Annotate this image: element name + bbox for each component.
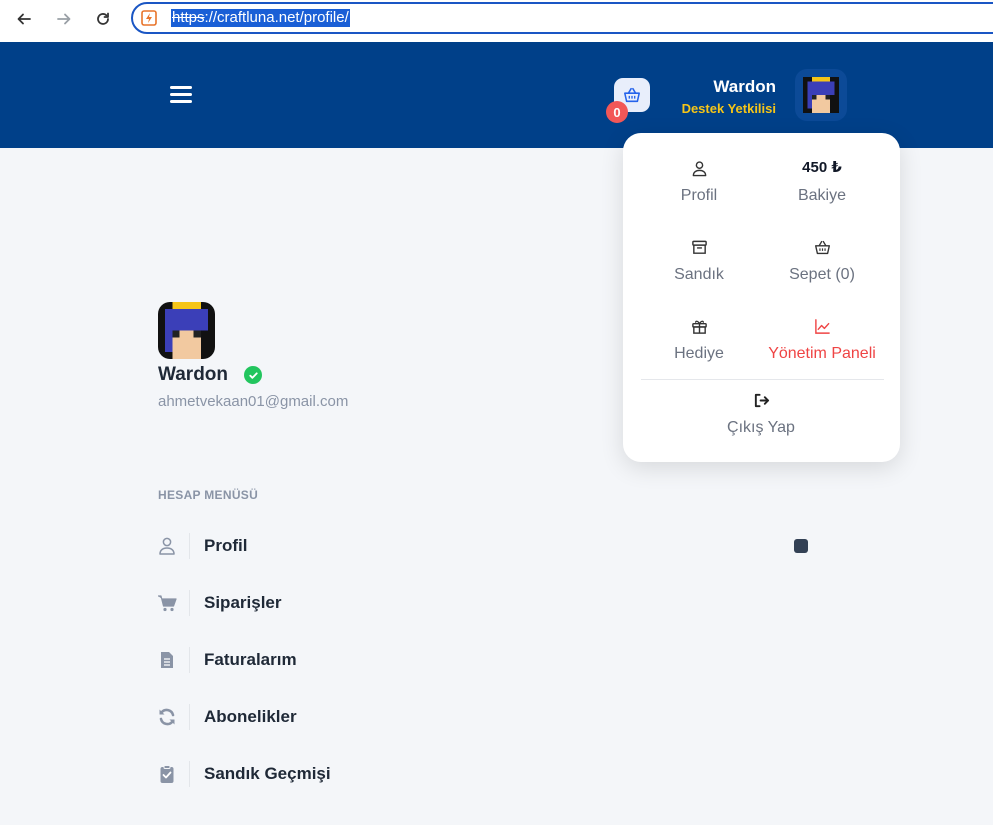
dropdown-gift-label: Hediye: [674, 345, 724, 362]
account-menu-heading: HESAP MENÜSÜ: [158, 488, 259, 502]
menu-toggle-button[interactable]: [170, 86, 192, 104]
dropdown-admin-label: Yönetim Paneli: [768, 345, 876, 362]
invoice-icon: [161, 652, 173, 668]
account-menu-item-chest-history[interactable]: Sandık Geçmişi: [155, 760, 331, 788]
url-scheme: https: [172, 9, 205, 26]
dropdown-chest[interactable]: Sandık: [639, 236, 759, 284]
dropdown-cart[interactable]: Sepet (0): [762, 236, 882, 284]
hamburger-line: [170, 86, 192, 89]
dropdown-balance[interactable]: 450 ₺ Bakiye: [762, 157, 882, 205]
account-menu-item-invoices[interactable]: Faturalarım: [155, 646, 297, 674]
account-menu-item-label: Abonelikler: [204, 707, 297, 726]
dropdown-logout-label: Çıkış Yap: [727, 419, 795, 436]
dropdown-balance-label: Bakiye: [797, 187, 847, 204]
arrow-right-icon: [57, 13, 71, 25]
profile-name: Wardon: [158, 364, 229, 385]
account-menu-item-orders[interactable]: Siparişler: [155, 589, 282, 617]
menu-item-separator: [189, 590, 190, 616]
url-rest: ://craftluna.net/profile/: [204, 9, 349, 26]
user-dropdown-menu: Profil 450 ₺ Bakiye Sandık Sepet (0) Hed…: [623, 133, 900, 462]
checkmark-icon: [248, 371, 258, 379]
clipboard-check-icon: [160, 765, 174, 783]
header-user-role: Destek Yetkilisi: [681, 101, 776, 116]
header-avatar[interactable]: [795, 69, 847, 121]
dropdown-divider: [641, 379, 884, 380]
menu-item-separator: [189, 704, 190, 730]
hamburger-line: [170, 93, 192, 96]
verified-check-icon: [244, 366, 262, 384]
reload-button[interactable]: [90, 6, 116, 32]
gift-icon: [691, 320, 707, 334]
address-bar[interactable]: https://craftluna.net/profile/: [131, 2, 993, 34]
profile-email: ahmetvekaan01@gmail.com: [158, 393, 349, 410]
account-menu-item-label: Sandık Geçmişi: [204, 764, 331, 783]
dropdown-balance-value: 450 ₺: [802, 159, 842, 176]
dropdown-admin-panel[interactable]: Yönetim Paneli: [762, 315, 882, 363]
user-icon: [159, 537, 175, 555]
hamburger-line: [170, 100, 192, 103]
reload-icon: [97, 12, 109, 25]
cart-count-badge: 0: [606, 101, 628, 123]
browser-toolbar: https://craftluna.net/profile/: [0, 0, 993, 43]
account-menu-item-label: Profil: [204, 536, 248, 555]
back-button[interactable]: [11, 6, 37, 32]
dropdown-gift[interactable]: Hediye: [639, 315, 759, 363]
profile-avatar: [158, 302, 215, 359]
dropdown-logout[interactable]: Çıkış Yap: [701, 389, 821, 437]
avatar-image: [803, 77, 839, 113]
site-favicon-icon: [141, 10, 157, 26]
account-menu-item-label: Faturalarım: [204, 650, 297, 669]
menu-item-separator: [189, 533, 190, 559]
avatar-image: [158, 302, 215, 359]
archive-box-icon: [691, 240, 707, 254]
arrow-left-icon: [17, 13, 31, 25]
chart-line-icon: [814, 318, 830, 334]
dropdown-chest-label: Sandık: [674, 266, 724, 283]
dropdown-cart-label: Sepet (0): [789, 266, 855, 283]
logout-icon: [754, 393, 769, 407]
dropdown-profile[interactable]: Profil: [639, 157, 759, 205]
header-user-name[interactable]: Wardon: [713, 77, 776, 97]
url-text[interactable]: https://craftluna.net/profile/: [171, 9, 350, 27]
stray-indicator: [794, 539, 808, 553]
account-menu-item-profile[interactable]: Profil: [155, 532, 247, 560]
account-menu-item-subscriptions[interactable]: Abonelikler: [155, 703, 297, 731]
dropdown-profile-label: Profil: [680, 187, 718, 204]
menu-item-separator: [189, 761, 190, 787]
forward-button[interactable]: [51, 6, 77, 32]
cart-icon: [158, 595, 177, 612]
basket-icon: [814, 240, 830, 254]
refresh-icon: [159, 708, 175, 726]
menu-item-separator: [189, 647, 190, 673]
account-menu-item-label: Siparişler: [204, 593, 282, 612]
user-icon: [692, 160, 706, 176]
basket-icon: [624, 87, 640, 103]
